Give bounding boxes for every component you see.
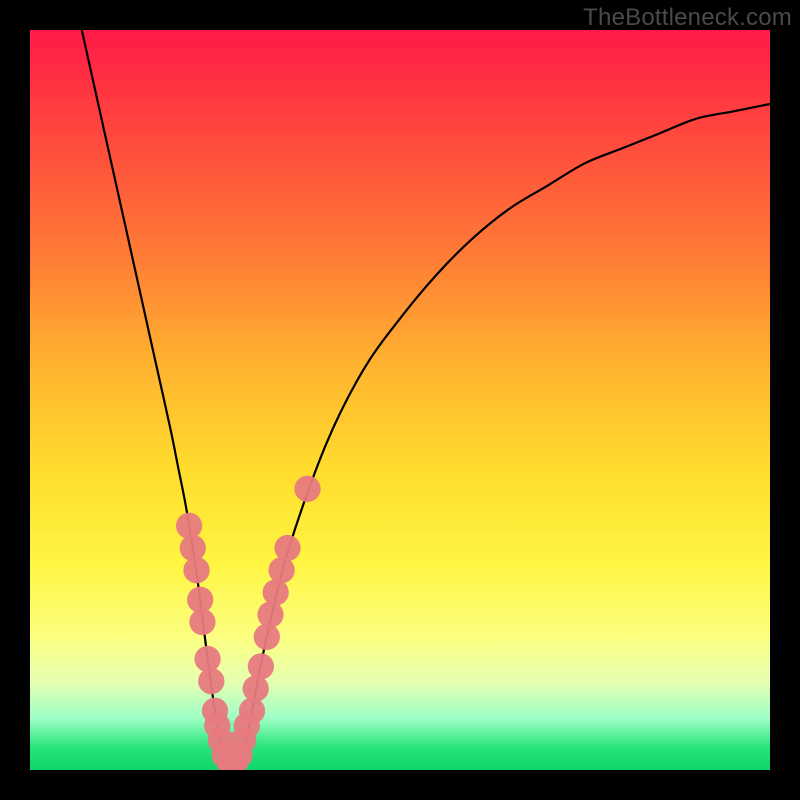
data-marker [294, 476, 320, 502]
data-marker [254, 624, 280, 650]
bottleneck-curve [82, 30, 770, 764]
data-marker [189, 609, 215, 635]
data-marker [198, 668, 224, 694]
data-marker [248, 653, 274, 679]
data-marker [194, 646, 220, 672]
data-marker [176, 513, 202, 539]
data-marker [239, 698, 265, 724]
chart-svg [30, 30, 770, 770]
chart-plot-area [30, 30, 770, 770]
chart-frame: TheBottleneck.com [0, 0, 800, 800]
data-marker [243, 675, 269, 701]
data-marker [257, 601, 283, 627]
data-marker [183, 557, 209, 583]
data-marker [268, 557, 294, 583]
data-marker [274, 535, 300, 561]
data-marker [263, 579, 289, 605]
data-marker [187, 587, 213, 613]
data-marker [180, 535, 206, 561]
attribution-text: TheBottleneck.com [583, 4, 792, 32]
